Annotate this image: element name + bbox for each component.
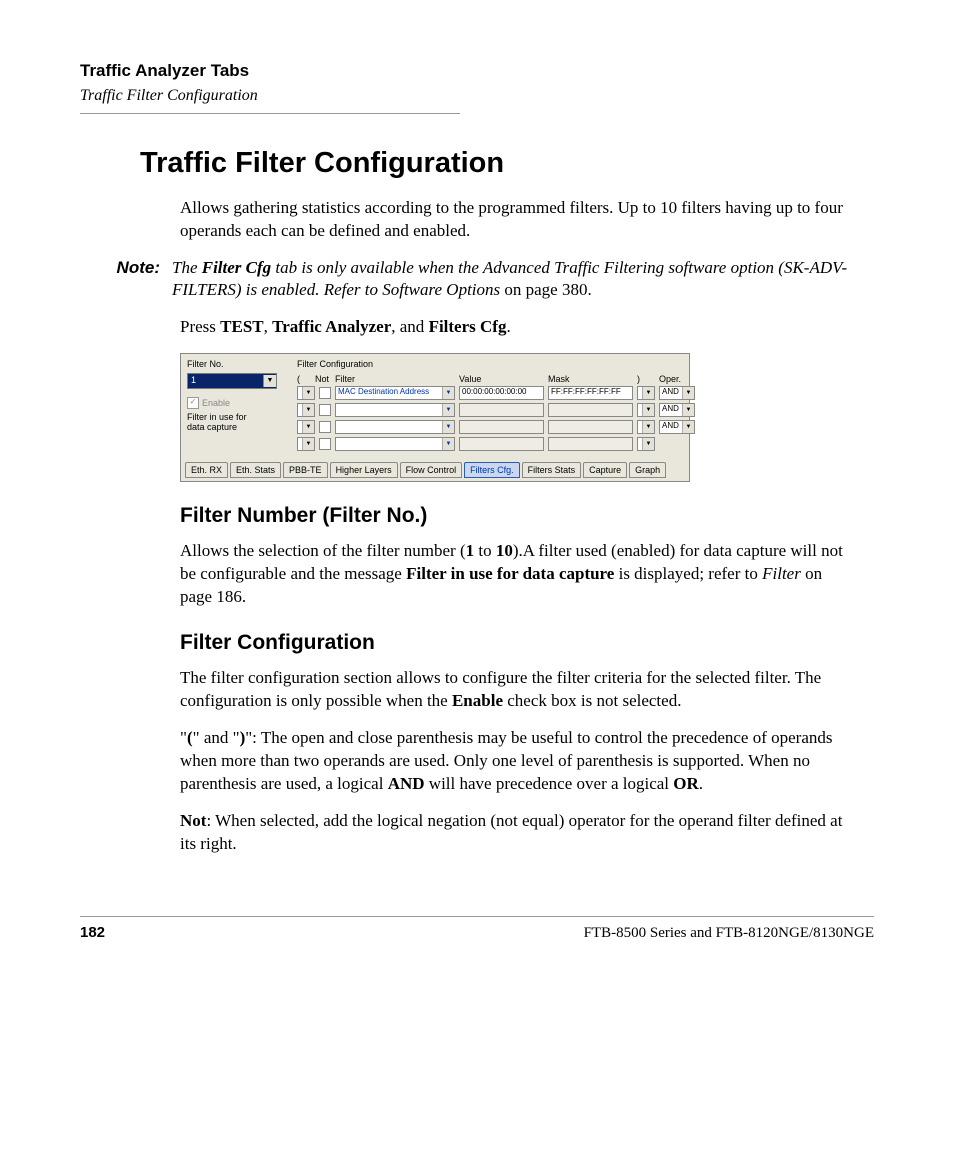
note-block: Note: The Filter Cfg tab is only availab… (100, 257, 874, 303)
mask-input[interactable] (548, 437, 633, 451)
enable-checkbox-row: ✓ Enable (187, 397, 277, 409)
filter-config-p3: Not: When selected, add the logical nega… (180, 810, 854, 856)
filter-config-p2: "(" and ")": The open and close parenthe… (180, 727, 854, 796)
filter-in-use-msg-2: data capture (187, 422, 277, 433)
section-filter-number-title: Filter Number (Filter No.) (180, 502, 854, 530)
header-rule (80, 113, 460, 114)
page-header: Traffic Analyzer Tabs Traffic Filter Con… (80, 60, 874, 114)
filter-type-dropdown[interactable]: ▼ (335, 403, 455, 417)
operator-dropdown[interactable]: AND▼ (659, 403, 695, 417)
enable-label: Enable (202, 397, 230, 409)
filter-config-p1: The filter configuration section allows … (180, 667, 854, 713)
filter-no-dropdown[interactable]: 1 ▼ (187, 373, 277, 389)
chevron-down-icon: ▼ (302, 421, 314, 433)
chevron-down-icon: ▼ (682, 421, 694, 433)
chevron-down-icon: ▼ (642, 387, 654, 399)
not-checkbox[interactable] (319, 438, 331, 450)
close-paren-dropdown[interactable]: ▼ (637, 403, 655, 417)
enable-checkbox[interactable]: ✓ (187, 397, 199, 409)
filter-config-screenshot: Filter No. 1 ▼ ✓ Enable Filter in use fo… (180, 353, 690, 481)
chevron-down-icon: ▼ (442, 387, 454, 399)
doc-id: FTB-8500 Series and FTB-8120NGE/8130NGE (584, 923, 874, 943)
not-checkbox[interactable] (319, 387, 331, 399)
filter-config-title: Filter Configuration (297, 358, 695, 370)
chevron-down-icon: ▼ (442, 421, 454, 433)
chapter-title: Traffic Analyzer Tabs (80, 60, 874, 83)
filter-type-dropdown[interactable]: MAC Destination Address▼ (335, 386, 455, 400)
chevron-down-icon: ▼ (442, 438, 454, 450)
chevron-down-icon: ▼ (302, 387, 314, 399)
filter-config-panel: Filter Configuration ( Not Filter Value … (297, 358, 695, 453)
value-input[interactable] (459, 403, 544, 417)
close-paren-dropdown[interactable]: ▼ (637, 386, 655, 400)
section-title: Traffic Filter Configuration (80, 85, 874, 107)
filter-in-use-msg-1: Filter in use for (187, 412, 277, 423)
section-filter-config-title: Filter Configuration (180, 629, 854, 657)
tab-eth-rx[interactable]: Eth. RX (185, 462, 228, 478)
tab-eth-stats[interactable]: Eth. Stats (230, 462, 281, 478)
mask-input[interactable] (548, 420, 633, 434)
close-paren-dropdown[interactable]: ▼ (637, 437, 655, 451)
tab-higher-layers[interactable]: Higher Layers (330, 462, 398, 478)
filter-no-label: Filter No. (187, 358, 277, 370)
open-paren-dropdown[interactable]: ▼ (297, 420, 315, 434)
close-paren-dropdown[interactable]: ▼ (637, 420, 655, 434)
tab-flow-control[interactable]: Flow Control (400, 462, 463, 478)
filter-row: ▼ ▼ ▼ AND▼ (297, 420, 695, 434)
filter-row: ▼ MAC Destination Address▼ 00:00:00:00:0… (297, 386, 695, 400)
open-paren-dropdown[interactable]: ▼ (297, 403, 315, 417)
chevron-down-icon: ▼ (442, 404, 454, 416)
value-input[interactable]: 00:00:00:00:00:00 (459, 386, 544, 400)
tab-bar: Eth. RX Eth. Stats PBB-TE Higher Layers … (181, 462, 689, 481)
press-instruction: Press TEST, Traffic Analyzer, and Filter… (180, 316, 854, 339)
note-label: Note: (100, 257, 160, 303)
note-body: The Filter Cfg tab is only available whe… (172, 257, 854, 303)
chevron-down-icon: ▼ (263, 375, 276, 387)
tab-capture[interactable]: Capture (583, 462, 627, 478)
tab-filters-cfg[interactable]: Filters Cfg. (464, 462, 520, 478)
filter-type-dropdown[interactable]: ▼ (335, 437, 455, 451)
intro-paragraph: Allows gathering statistics according to… (180, 197, 854, 243)
filter-row: ▼ ▼ ▼ AND▼ (297, 403, 695, 417)
section-filter-number-body: Allows the selection of the filter numbe… (180, 540, 854, 609)
chevron-down-icon: ▼ (642, 438, 654, 450)
operator-dropdown[interactable]: AND▼ (659, 420, 695, 434)
tab-graph[interactable]: Graph (629, 462, 666, 478)
page-footer: 182 FTB-8500 Series and FTB-8120NGE/8130… (80, 916, 874, 943)
page-number: 182 (80, 923, 105, 943)
not-checkbox[interactable] (319, 421, 331, 433)
page-title: Traffic Filter Configuration (140, 144, 874, 183)
chevron-down-icon: ▼ (302, 438, 314, 450)
filter-type-dropdown[interactable]: ▼ (335, 420, 455, 434)
not-checkbox[interactable] (319, 404, 331, 416)
tab-pbb-te[interactable]: PBB-TE (283, 462, 328, 478)
column-headers: ( Not Filter Value Mask ) Oper. (297, 373, 695, 385)
filter-number-panel: Filter No. 1 ▼ ✓ Enable Filter in use fo… (187, 358, 277, 453)
chevron-down-icon: ▼ (642, 404, 654, 416)
tab-filters-stats[interactable]: Filters Stats (522, 462, 582, 478)
value-input[interactable] (459, 420, 544, 434)
value-input[interactable] (459, 437, 544, 451)
filter-row: ▼ ▼ ▼ (297, 437, 695, 451)
chevron-down-icon: ▼ (302, 404, 314, 416)
chevron-down-icon: ▼ (642, 421, 654, 433)
open-paren-dropdown[interactable]: ▼ (297, 437, 315, 451)
mask-input[interactable]: FF:FF:FF:FF:FF:FF (548, 386, 633, 400)
chevron-down-icon: ▼ (682, 404, 694, 416)
chevron-down-icon: ▼ (682, 387, 694, 399)
mask-input[interactable] (548, 403, 633, 417)
operator-dropdown[interactable]: AND▼ (659, 386, 695, 400)
open-paren-dropdown[interactable]: ▼ (297, 386, 315, 400)
